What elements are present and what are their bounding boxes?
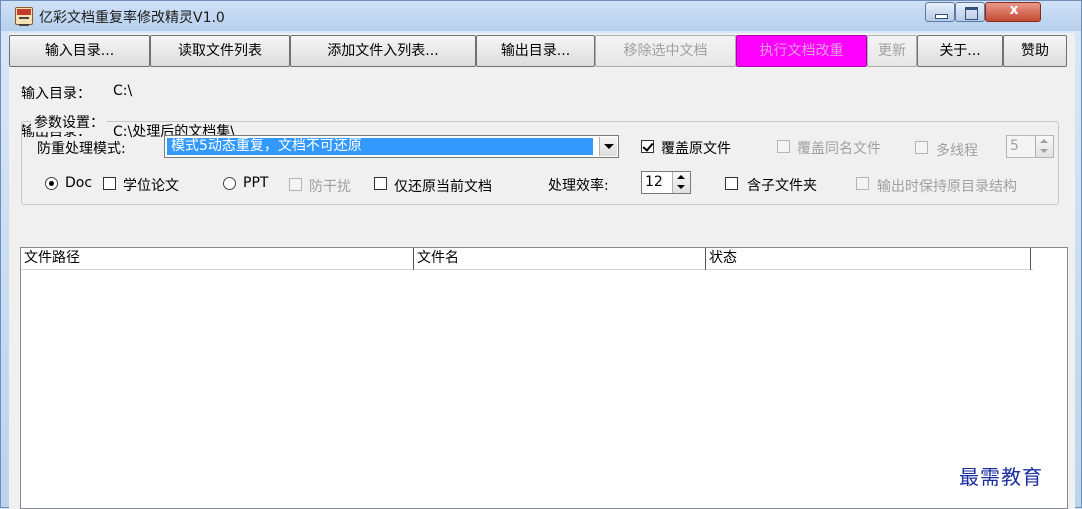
efficiency-label: 处理效率: (548, 178, 609, 194)
anti-interference-label: 防干扰 (309, 179, 351, 195)
file-list[interactable]: 文件路径 文件名 状态 (20, 247, 1068, 509)
stepper-arrows-icon[interactable] (1035, 136, 1053, 157)
params-legend: 参数设置： (31, 112, 107, 132)
ppt-radio[interactable] (223, 177, 236, 190)
close-button[interactable]: x (985, 2, 1041, 22)
thread-count-value: 5 (1010, 138, 1019, 154)
efficiency-value: 12 (645, 174, 663, 190)
doc-radio[interactable] (45, 177, 58, 190)
title-bar[interactable]: 亿彩文档重复率修改精灵V1.0 x (1, 1, 1081, 31)
mode-selected-value: 模式5动态重复，文档不可还原 (167, 138, 593, 155)
keep-structure-label: 输出时保持原目录结构 (877, 179, 1017, 195)
multithread-checkbox[interactable] (915, 141, 928, 154)
overwrite-same-name-checkbox[interactable] (777, 140, 790, 153)
execute-button[interactable]: 执行文档改重 (736, 35, 867, 67)
column-header-filename[interactable]: 文件名 (414, 248, 706, 270)
chevron-down-icon[interactable] (599, 137, 617, 156)
column-header-status[interactable]: 状态 (706, 248, 1031, 270)
update-button[interactable]: 更新 (867, 35, 917, 67)
output-dir-button[interactable]: 输出目录... (476, 35, 595, 67)
ppt-label: PPT (243, 175, 269, 191)
thesis-checkbox[interactable] (103, 177, 116, 190)
overwrite-original-label: 覆盖原文件 (661, 141, 731, 157)
restore-current-checkbox[interactable] (374, 177, 387, 190)
toolbar: 输入目录... 读取文件列表 添加文件入列表... 输出目录... 移除选中文档… (9, 33, 1075, 69)
maximize-button[interactable] (955, 2, 985, 22)
thesis-label: 学位论文 (123, 178, 179, 194)
remove-selected-button[interactable]: 移除选中文档 (595, 35, 736, 67)
file-list-header: 文件路径 文件名 状态 (21, 248, 1033, 270)
minimize-button[interactable] (925, 2, 955, 22)
input-dir-button[interactable]: 输入目录... (9, 35, 150, 67)
add-files-button[interactable]: 添加文件入列表... (290, 35, 476, 67)
read-list-button[interactable]: 读取文件列表 (150, 35, 290, 67)
multithread-label: 多线程 (936, 143, 978, 159)
sponsor-button[interactable]: 赞助 (1003, 35, 1067, 67)
about-button[interactable]: 关于... (917, 35, 1003, 67)
column-header-path[interactable]: 文件路径 (21, 248, 414, 270)
thread-count-stepper[interactable]: 5 (1006, 135, 1054, 158)
close-icon: x (1009, 2, 1019, 18)
anti-interference-checkbox[interactable] (289, 178, 302, 191)
main-window: 亿彩文档重复率修改精灵V1.0 x 输入目录... 读取文件列表 添加文件入列表… (0, 0, 1082, 509)
mode-label: 防重处理模式: (37, 141, 126, 157)
mode-select[interactable]: 模式5动态重复，文档不可还原 (164, 135, 619, 158)
input-dir-label: 输入目录： (21, 86, 91, 102)
doc-label: Doc (65, 175, 93, 191)
restore-current-label: 仅还原当前文档 (394, 179, 492, 195)
keep-structure-checkbox[interactable] (856, 177, 869, 190)
include-subfolders-label: 含子文件夹 (747, 178, 817, 194)
overwrite-original-checkbox[interactable] (641, 140, 654, 153)
window-title: 亿彩文档重复率修改精灵V1.0 (39, 10, 225, 26)
stepper-arrows-icon[interactable] (672, 172, 690, 193)
watermark-text: 最需教育 (959, 465, 1043, 489)
input-dir-value: C:\ (113, 83, 133, 99)
overwrite-same-name-label: 覆盖同名文件 (797, 141, 881, 157)
app-icon (15, 7, 33, 26)
include-subfolders-checkbox[interactable] (725, 177, 738, 190)
efficiency-stepper[interactable]: 12 (641, 171, 691, 194)
